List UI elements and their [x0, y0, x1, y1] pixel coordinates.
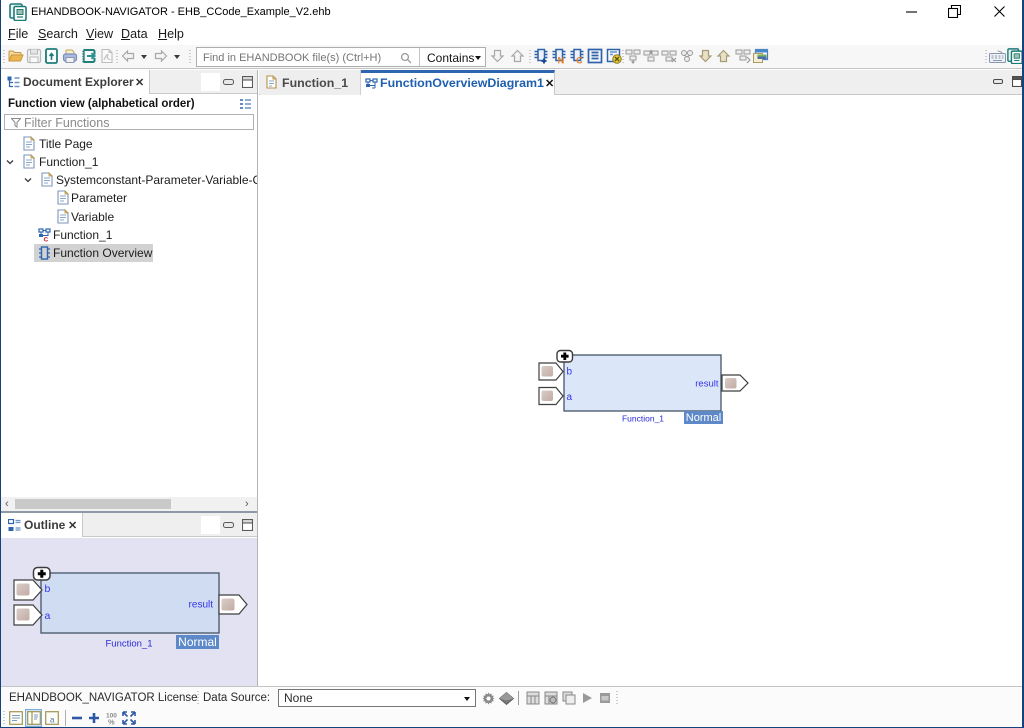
svg-text:%: % — [108, 718, 115, 726]
svg-text:b: b — [45, 583, 51, 595]
svg-text:b: b — [567, 367, 573, 378]
svg-text:result: result — [695, 379, 719, 390]
svg-text:c: c — [44, 234, 49, 243]
svg-text:Function_1: Function_1 — [105, 639, 152, 650]
svg-text:Normal: Normal — [178, 635, 217, 649]
svg-text:Function_1: Function_1 — [622, 414, 664, 424]
svg-text:a: a — [567, 392, 573, 403]
svg-text:a: a — [50, 716, 55, 725]
svg-text:C: C — [576, 56, 583, 65]
svg-text:N: N — [558, 56, 565, 65]
svg-text:Normal: Normal — [686, 412, 721, 424]
svg-text:a: a — [45, 610, 51, 622]
svg-text:result: result — [189, 600, 214, 611]
